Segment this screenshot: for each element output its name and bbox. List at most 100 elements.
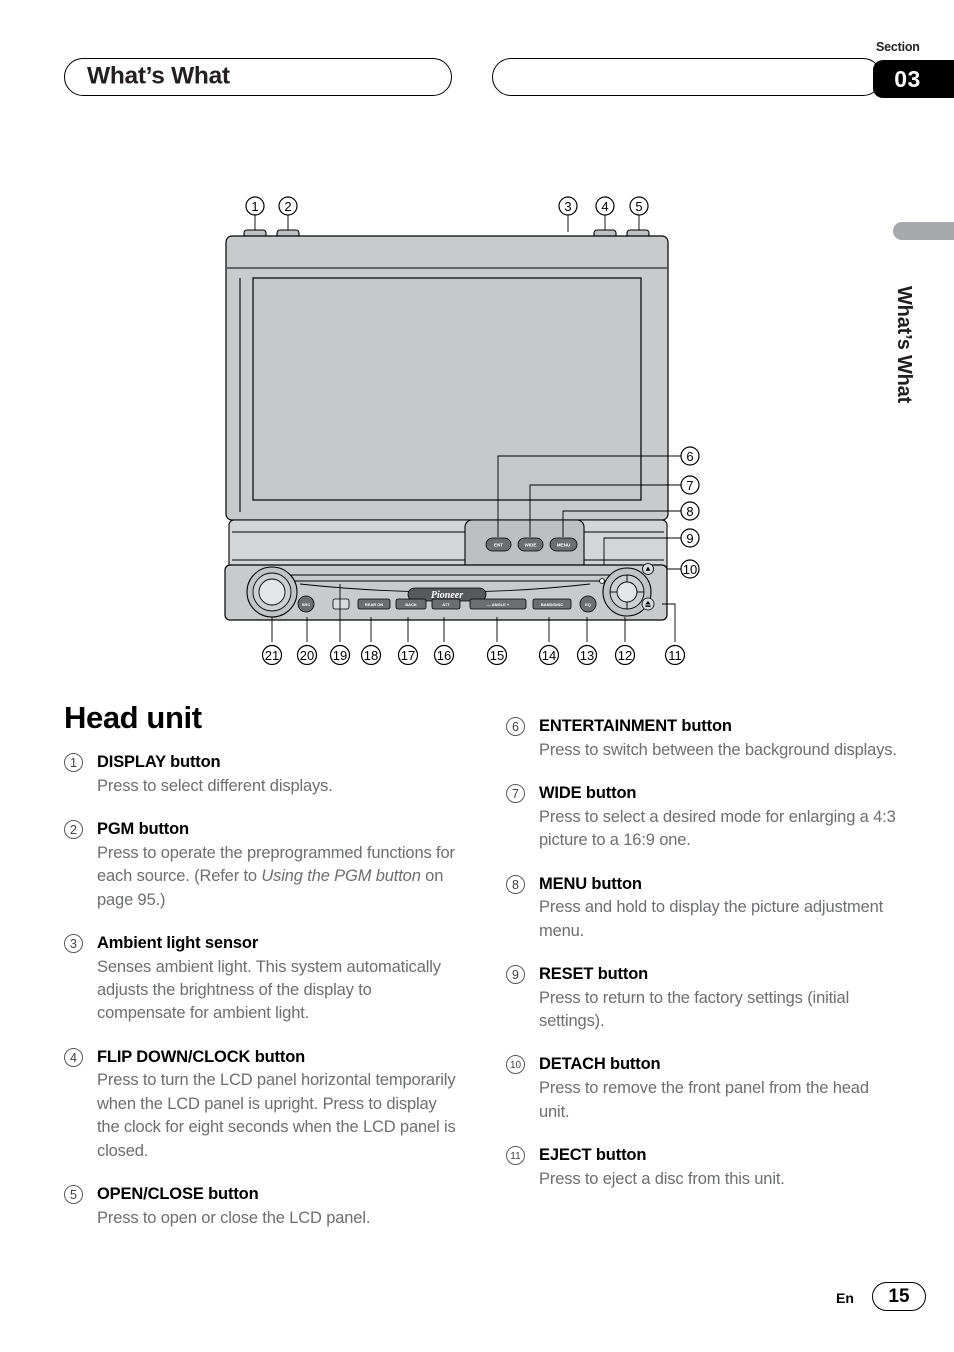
section-number-badge: 03 [873, 60, 954, 98]
svg-text:16: 16 [437, 648, 451, 663]
entry-title: DISPLAY button [97, 753, 221, 771]
entry-entertainment-button: 6 ENTERTAINMENT button Press to switch b… [506, 716, 898, 762]
volume-knob [246, 566, 298, 618]
svg-text:7: 7 [686, 478, 693, 493]
entry-number: 1 [64, 753, 83, 772]
entry-number: 5 [64, 1185, 83, 1205]
svg-text:18: 18 [364, 648, 378, 663]
svg-text:EQ: EQ [585, 602, 591, 607]
entry-title: OPEN/CLOSE button [97, 1185, 259, 1204]
desc-part-italic: Using the PGM button [261, 867, 421, 886]
svg-text:ENT: ENT [494, 543, 503, 548]
entry-reset-button: 9 RESET button Press to return to the fa… [506, 964, 898, 1033]
svg-text:MENU: MENU [557, 543, 571, 548]
svg-text:13: 13 [580, 648, 594, 663]
page-title: What’s What [87, 62, 230, 90]
svg-text:9: 9 [686, 531, 693, 546]
svg-text:— ANGLE +: — ANGLE + [487, 602, 510, 607]
eq-button: EQ [579, 595, 597, 613]
svg-text:2: 2 [284, 199, 291, 214]
entry-description: Press to remove the front panel from the… [539, 1079, 869, 1121]
entry-ambient-light-sensor: 3 Ambient light sensor Senses ambient li… [64, 933, 456, 1026]
entry-title: RESET button [539, 964, 649, 983]
entry-description: Press and hold to display the picture ad… [539, 898, 884, 940]
svg-text:BAND/DISC: BAND/DISC [541, 602, 563, 607]
lcd-panel-assembly [225, 235, 669, 573]
entry-description: Press to select different displays. [97, 776, 333, 795]
entry-description: Press to select a desired mode for enlar… [539, 807, 896, 850]
entry-number: 7 [506, 784, 525, 804]
entry-pgm-button: 2 PGM button Press to operate the prepro… [64, 819, 456, 912]
entry-title: MENU button [539, 874, 642, 893]
svg-text:21: 21 [265, 648, 279, 663]
entry-description: Press to return to the factory settings … [539, 988, 850, 1031]
entry-description: Press to eject a disc from this unit. [539, 1169, 785, 1188]
reset-hole [599, 578, 605, 584]
entry-number: 2 [64, 820, 83, 840]
entry-detach-button: 10 DETACH button Press to remove the fro… [506, 1054, 898, 1123]
entry-title: ENTERTAINMENT button [539, 717, 732, 735]
entry-eject-button: 11 EJECT button Press to eject a disc fr… [506, 1145, 898, 1191]
svg-text:12: 12 [618, 648, 632, 663]
svg-text:8: 8 [686, 504, 693, 519]
entry-description: Press to turn the LCD panel horizontal t… [97, 1071, 456, 1160]
entry-description: Senses ambient light. This system automa… [97, 957, 441, 1023]
entry-title: PGM button [97, 820, 189, 839]
svg-text:20: 20 [300, 648, 314, 663]
entry-wide-button: 7 WIDE button Press to select a desired … [506, 783, 898, 852]
entry-title: EJECT button [539, 1145, 647, 1164]
entry-title: DETACH button [539, 1055, 661, 1074]
svg-text:ATT: ATT [442, 602, 450, 607]
svg-text:14: 14 [542, 648, 556, 663]
entry-description: Press to operate the preprogrammed funct… [97, 842, 456, 912]
entry-number: 6 [506, 717, 525, 736]
svg-text:5: 5 [635, 199, 642, 214]
footer-language: En [836, 1290, 854, 1306]
svg-text:REAR ON: REAR ON [365, 602, 384, 607]
src-button: SRC [297, 595, 315, 613]
entry-number: 10 [506, 1055, 525, 1075]
right-text-column: 6 ENTERTAINMENT button Press to switch b… [506, 716, 898, 1212]
entry-menu-button: 8 MENU button Press and hold to display … [506, 874, 898, 943]
svg-text:SRC: SRC [302, 602, 311, 607]
entry-number: 4 [64, 1047, 83, 1067]
entry-title: FLIP DOWN/CLOCK button [97, 1047, 306, 1066]
page-header: What’s What Section 03 [0, 40, 954, 98]
chapter-title-pill: What’s What [64, 58, 452, 96]
section-heading: Head unit [64, 700, 202, 735]
svg-text:BACK: BACK [405, 602, 417, 607]
header-empty-pill [492, 58, 882, 96]
footer-page-number: 15 [872, 1282, 926, 1311]
svg-text:4: 4 [601, 199, 608, 214]
entry-description: Press to switch between the background d… [539, 740, 897, 759]
svg-text:3: 3 [564, 199, 571, 214]
entry-title: Ambient light sensor [97, 933, 259, 952]
top-edge-buttons [243, 229, 650, 237]
head-unit-diagram: .ln { stroke:#000; stroke-width:1.1; fil… [0, 180, 954, 690]
entry-open-close-button: 5 OPEN/CLOSE button Press to open or clo… [64, 1184, 456, 1230]
svg-text:17: 17 [401, 648, 415, 663]
panel-button-pod: ENT WIDE MENU [464, 519, 585, 566]
face-pad [332, 598, 350, 610]
entry-number: 11 [506, 1145, 525, 1165]
entry-number: 8 [506, 874, 525, 894]
entry-description: Press to open or close the LCD panel. [97, 1208, 371, 1227]
eject-button [641, 597, 655, 611]
front-faceplate: Pioneer SRC REAR ON BACK ATT — ANGLE + B… [224, 563, 668, 621]
svg-text:10: 10 [683, 562, 697, 577]
entry-title: WIDE button [539, 784, 637, 803]
entry-display-button: 1 DISPLAY button Press to select differe… [64, 752, 456, 798]
entry-flip-down-clock-button: 4 FLIP DOWN/CLOCK button Press to turn t… [64, 1047, 456, 1163]
svg-text:11: 11 [668, 648, 682, 663]
svg-text:15: 15 [490, 648, 504, 663]
entry-number: 3 [64, 933, 83, 953]
svg-text:WIDE: WIDE [525, 543, 537, 548]
svg-text:19: 19 [333, 648, 347, 663]
svg-text:6: 6 [686, 449, 693, 464]
left-text-column: Head unit 1 DISPLAY button Press to sele… [64, 700, 456, 1251]
entry-number: 9 [506, 964, 525, 984]
svg-text:1: 1 [251, 199, 258, 214]
callout-top-group: 1 2 3 4 5 [245, 196, 649, 232]
section-word-label: Section [876, 40, 920, 54]
detach-button [642, 563, 654, 575]
